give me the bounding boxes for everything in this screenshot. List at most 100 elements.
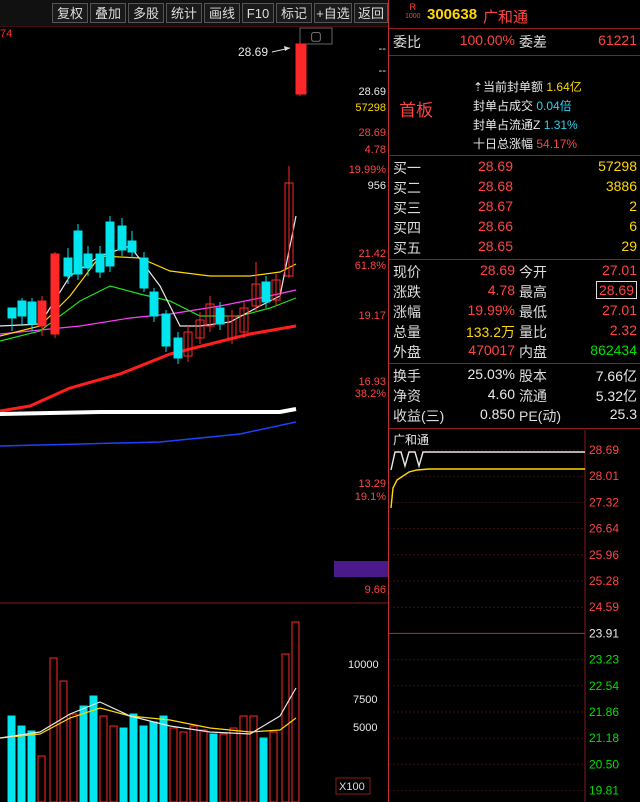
volume-bar bbox=[37, 755, 46, 802]
candle bbox=[95, 253, 105, 273]
volume-axis-labels: 10000 7500 5000 bbox=[348, 659, 379, 734]
volume-bar bbox=[109, 725, 118, 802]
badge-1000: 1000 bbox=[405, 13, 421, 20]
candle bbox=[50, 253, 60, 335]
statistics-button[interactable]: 统计 bbox=[166, 3, 202, 23]
bid-label: 买三 bbox=[393, 200, 421, 216]
stat-label: 净资 bbox=[393, 388, 421, 404]
axis-label-9: 61.8% bbox=[355, 260, 386, 272]
intraday-chart[interactable]: 广和通 28.69 28.01 27.32 26.64 25.96 25.28 24.59 2… bbox=[389, 430, 640, 802]
stat-value: 0.850 bbox=[479, 406, 515, 422]
stat-label: 内盘 bbox=[519, 344, 547, 360]
share-stat-row: 换手 25.03% 股本 7.66亿 bbox=[389, 366, 640, 386]
wei-cha-label: 委差 bbox=[519, 34, 547, 50]
box-icon[interactable]: ▢ bbox=[310, 29, 321, 43]
axis-label-5: 4.78 bbox=[365, 144, 386, 156]
multi-stock-button[interactable]: 多股 bbox=[128, 3, 164, 23]
candle bbox=[83, 253, 93, 269]
stat-value: 28.69 bbox=[479, 262, 515, 278]
stat-value: 133.2万 bbox=[465, 324, 515, 340]
bid-price: 28.66 bbox=[477, 218, 513, 234]
price-axis-labels: -- -- 28.69 57298 28.69 4.78 19.99% 956 21.4261.… bbox=[349, 43, 387, 596]
axis-label-6: 19.99% bbox=[349, 164, 387, 176]
bid-row: 买二 28.68 3886 bbox=[389, 178, 640, 198]
candle bbox=[149, 291, 159, 317]
price-stat-row: 外盘 470017 内盘 862434 bbox=[389, 342, 640, 362]
axis-label-7: 956 bbox=[368, 180, 386, 192]
stat-value: 5.32亿 bbox=[595, 388, 637, 404]
bid-label: 买五 bbox=[393, 240, 421, 256]
restore-rights-button[interactable]: 复权 bbox=[52, 3, 88, 23]
mark-button[interactable]: 标记 bbox=[276, 3, 312, 23]
share-stat-row: 净资 4.60 流通 5.32亿 bbox=[389, 386, 640, 406]
stat-label: 收益(三) bbox=[393, 408, 445, 424]
vol-axis-5000: 5000 bbox=[353, 722, 377, 734]
volume-bar bbox=[209, 733, 218, 802]
top-toolbar: 复权 叠加 多股 统计 画线 F10 标记 +自选 返回 bbox=[0, 0, 388, 26]
seal-row-label: ⇡当前封单额 bbox=[473, 80, 544, 94]
back-button[interactable]: 返回 bbox=[354, 3, 388, 23]
bid-row: 买一 28.69 57298 bbox=[389, 158, 640, 178]
intraday-tick: 28.69 bbox=[589, 443, 619, 457]
wei-bi-row: 委比 100.00% 委差 61221 bbox=[389, 32, 640, 52]
overlay-button[interactable]: 叠加 bbox=[90, 3, 126, 23]
stat-value: 19.99% bbox=[467, 302, 515, 318]
seal-row-value: 1.64亿 bbox=[546, 80, 582, 94]
bid-row: 买三 28.67 2 bbox=[389, 198, 640, 218]
seal-row-label: 封单占流通Z bbox=[473, 118, 541, 132]
volume-bar bbox=[291, 621, 300, 802]
volume-bar bbox=[169, 727, 178, 802]
candle bbox=[261, 281, 271, 303]
kline-chart[interactable]: ▢ 28.69 -- -- 28.69 57298 28.69 4.78 19.99% 956… bbox=[0, 26, 388, 802]
volume-bar bbox=[59, 680, 68, 802]
volume-bar bbox=[139, 725, 148, 802]
candle bbox=[173, 337, 183, 359]
bid-row: 买五 28.65 29 bbox=[389, 238, 640, 258]
stat-label: 外盘 bbox=[393, 344, 421, 360]
stat-value: 862434 bbox=[590, 342, 637, 358]
wei-bi-value: 100.00% bbox=[459, 32, 515, 48]
candle bbox=[117, 225, 127, 251]
volume-bar bbox=[229, 727, 238, 802]
bid-volume: 6 bbox=[629, 218, 637, 234]
volume-bar bbox=[69, 713, 78, 802]
seal-row-value: 0.04倍 bbox=[536, 99, 572, 113]
f10-button[interactable]: F10 bbox=[242, 3, 274, 23]
volume-bar bbox=[189, 725, 198, 802]
intraday-tick: 25.96 bbox=[589, 548, 619, 562]
bid-price: 28.69 bbox=[477, 158, 513, 174]
volume-bar bbox=[159, 715, 168, 802]
candle bbox=[27, 301, 37, 325]
axis-label-16: 9.66 bbox=[365, 584, 386, 596]
candle bbox=[7, 307, 17, 319]
volume-ma-lines bbox=[0, 687, 297, 739]
intraday-tick: 23.91 bbox=[589, 626, 619, 640]
bid-price: 28.65 bbox=[477, 238, 513, 254]
volume-bar bbox=[239, 715, 248, 802]
stat-value: 25.03% bbox=[467, 366, 515, 382]
add-watchlist-button[interactable]: +自选 bbox=[314, 3, 352, 23]
volume-bar bbox=[49, 657, 58, 802]
seal-row: 封单占流通Z 1.31% bbox=[473, 116, 640, 133]
stat-label: 股本 bbox=[519, 368, 547, 384]
stat-label: 最高 bbox=[519, 284, 547, 300]
candle bbox=[215, 307, 225, 325]
stat-label: 最低 bbox=[519, 304, 547, 320]
stat-label: 现价 bbox=[393, 264, 421, 280]
seal-row-label: 封单占成交 bbox=[473, 99, 534, 113]
peak-price-label: 28.69 bbox=[238, 45, 268, 59]
intraday-tick: 25.28 bbox=[589, 574, 619, 588]
volume-bar bbox=[219, 733, 228, 802]
vol-axis-10000: 10000 bbox=[348, 659, 379, 671]
quote-panel: R 1000 300638 广和通 委比 100.00% 委差 61221 首板… bbox=[388, 0, 640, 802]
axis-label-10: 19.17 bbox=[358, 310, 386, 322]
axis-label-3: 57298 bbox=[355, 102, 386, 114]
candle bbox=[73, 230, 83, 275]
bid-volume: 2 bbox=[629, 198, 637, 214]
bid-volume: 57298 bbox=[598, 158, 637, 174]
candle bbox=[295, 43, 307, 95]
price-stat-row: 涨幅 19.99% 最低 27.01 bbox=[389, 302, 640, 322]
draw-line-button[interactable]: 画线 bbox=[204, 3, 240, 23]
wei-cha-value: 61221 bbox=[598, 32, 637, 48]
